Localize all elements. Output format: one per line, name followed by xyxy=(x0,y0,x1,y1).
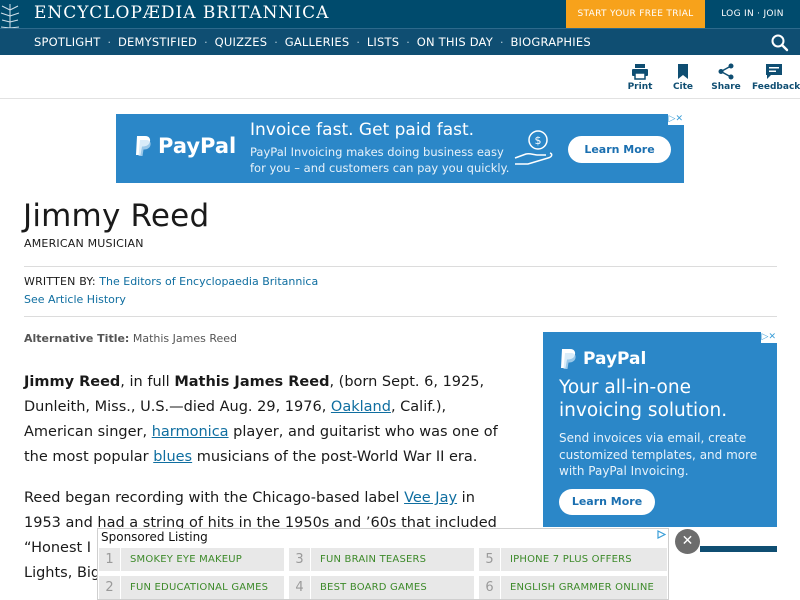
sponsored-item-label: FUN BRAIN TEASERS xyxy=(320,554,427,565)
nav-on-this-day[interactable]: ON THIS DAY xyxy=(417,35,493,49)
main-nav: SPOTLIGHT · DEMYSTIFIED · QUIZZES · GALL… xyxy=(34,29,591,55)
sponsored-heading: Sponsored Listing xyxy=(101,530,208,544)
divider xyxy=(24,316,777,317)
paypal-brand-text: PayPal xyxy=(583,349,647,369)
banner-subtext: PayPal Invoicing makes doing business ea… xyxy=(250,145,510,175)
link-blues[interactable]: blues xyxy=(153,449,192,465)
nav-quizzes[interactable]: QUIZZES xyxy=(215,35,268,49)
top-bar: ENCYCLOPÆDIA BRITANNICA START YOUR FREE … xyxy=(0,0,800,50)
print-icon xyxy=(632,64,648,80)
feedback-icon xyxy=(766,64,782,79)
link-oakland[interactable]: Oakland xyxy=(331,399,391,415)
bookmark-icon xyxy=(678,64,688,79)
site-logo[interactable]: ENCYCLOPÆDIA BRITANNICA xyxy=(34,3,329,23)
sponsored-item-number: 3 xyxy=(289,548,311,571)
paragraph-text: , in full xyxy=(120,374,175,390)
written-by-label: WRITTEN BY: xyxy=(24,275,96,288)
article-subtitle: AMERICAN MUSICIAN xyxy=(24,237,144,250)
link-vee-jay[interactable]: Vee Jay xyxy=(404,490,457,506)
sponsored-item[interactable]: 3 FUN BRAIN TEASERS xyxy=(289,548,474,571)
article-paragraph: Jimmy Reed, in full Mathis James Reed, (… xyxy=(24,370,514,470)
banner-headline: Invoice fast. Get paid fast. xyxy=(250,120,475,140)
side-ad-learn-more-button[interactable]: Learn More xyxy=(559,489,655,515)
sponsored-item-number: 2 xyxy=(99,576,121,599)
sponsored-item-label: IPHONE 7 PLUS OFFERS xyxy=(510,554,632,565)
paypal-side-ad[interactable]: ▷✕ PayPal Your all-in-one invoicing solu… xyxy=(543,332,777,527)
share-button[interactable]: Share xyxy=(704,63,748,92)
alternative-title-label: Alternative Title: xyxy=(24,332,130,345)
nav-separator: · xyxy=(107,35,112,49)
sponsored-item-number: 1 xyxy=(99,548,121,571)
right-rail-module xyxy=(700,546,777,600)
print-label: Print xyxy=(627,82,653,92)
sponsored-item-number: 6 xyxy=(479,576,501,599)
side-ad-headline: Your all-in-one invoicing solution. xyxy=(559,377,728,421)
alternative-title-value: Mathis James Reed xyxy=(132,332,238,345)
page-title: Jimmy Reed xyxy=(23,198,210,234)
paypal-banner-ad[interactable]: ▷✕ PayPal Invoice fast. Get paid fast. P… xyxy=(116,114,684,183)
written-by: WRITTEN BY: The Editors of Encyclopaedia… xyxy=(24,275,318,288)
sponsored-item-label: BEST BOARD GAMES xyxy=(320,582,427,593)
share-label: Share xyxy=(711,82,741,92)
author-link[interactable]: The Editors of Encyclopaedia Britannica xyxy=(99,275,318,288)
sponsored-item-number: 4 xyxy=(289,576,311,599)
paypal-mark-icon xyxy=(136,136,151,156)
side-ad-subtext: Send invoices via email, create customiz… xyxy=(559,431,758,478)
bold-name: Jimmy Reed xyxy=(24,374,121,390)
nav-separator: · xyxy=(499,35,504,49)
close-icon[interactable]: ✕ xyxy=(675,529,700,554)
adchoices-icon[interactable]: ▷✕ xyxy=(667,114,684,125)
paypal-logo: PayPal xyxy=(134,134,236,158)
cite-label: Cite xyxy=(672,82,694,92)
bold-full-name: Mathis James Reed xyxy=(174,374,330,390)
print-button[interactable]: Print xyxy=(618,63,662,92)
divider xyxy=(24,266,777,267)
hand-coin-icon: $ xyxy=(514,130,553,165)
article-history-link[interactable]: See Article History xyxy=(24,293,126,306)
sponsored-item[interactable]: 5 IPHONE 7 PLUS OFFERS xyxy=(479,548,667,571)
article-toolbar: Print Cite Share Feedback xyxy=(0,55,800,99)
feedback-label: Feedback xyxy=(752,82,800,92)
nav-separator: · xyxy=(356,35,360,49)
paypal-brand-text: PayPal xyxy=(158,134,237,158)
main-nav-bar: SPOTLIGHT · DEMYSTIFIED · QUIZZES · GALL… xyxy=(0,28,800,55)
search-icon[interactable] xyxy=(770,33,790,53)
nav-spotlight[interactable]: SPOTLIGHT xyxy=(34,35,101,49)
nav-separator: · xyxy=(406,35,410,49)
nav-biographies[interactable]: BIOGRAPHIES xyxy=(510,35,590,49)
sponsored-item-number: 5 xyxy=(479,548,501,571)
sponsored-listing: Sponsored Listing 1 SMOKEY EYE MAKEUP 3 … xyxy=(97,528,669,600)
feedback-button[interactable]: Feedback xyxy=(752,63,800,92)
paypal-mark-icon xyxy=(561,349,576,369)
alternative-title: Alternative Title: Mathis James Reed xyxy=(24,332,237,345)
nav-separator: · xyxy=(274,35,278,49)
sponsored-item[interactable]: 2 FUN EDUCATIONAL GAMES xyxy=(99,576,284,599)
nav-lists[interactable]: LISTS xyxy=(367,35,399,49)
nav-demystified[interactable]: DEMYSTIFIED xyxy=(118,35,197,49)
sponsored-item-label: FUN EDUCATIONAL GAMES xyxy=(130,582,269,593)
adchoices-icon[interactable] xyxy=(657,530,666,539)
login-join-link[interactable]: LOG IN · JOIN xyxy=(705,0,800,28)
cite-button[interactable]: Cite xyxy=(661,63,705,92)
sponsored-item[interactable]: 1 SMOKEY EYE MAKEUP xyxy=(99,548,284,571)
share-icon xyxy=(718,63,734,80)
link-harmonica[interactable]: harmonica xyxy=(152,424,229,440)
paragraph-text: musicians of the post-World War II era. xyxy=(192,449,478,465)
sponsored-item-label: SMOKEY EYE MAKEUP xyxy=(130,554,243,565)
nav-galleries[interactable]: GALLERIES xyxy=(285,35,350,49)
sponsored-item[interactable]: 4 BEST BOARD GAMES xyxy=(289,576,474,599)
svg-text:$: $ xyxy=(535,134,542,147)
adchoices-icon[interactable]: ▷✕ xyxy=(760,332,777,343)
free-trial-button[interactable]: START YOUR FREE TRIAL xyxy=(566,0,705,28)
paypal-logo: PayPal xyxy=(559,348,646,370)
banner-learn-more-button[interactable]: Learn More xyxy=(568,136,671,163)
paragraph-text: Reed began recording with the Chicago-ba… xyxy=(24,490,405,506)
sponsored-item[interactable]: 6 ENGLISH GRAMMER ONLINE xyxy=(479,576,667,599)
nav-separator: · xyxy=(204,35,208,49)
sponsored-item-label: ENGLISH GRAMMER ONLINE xyxy=(510,582,655,593)
